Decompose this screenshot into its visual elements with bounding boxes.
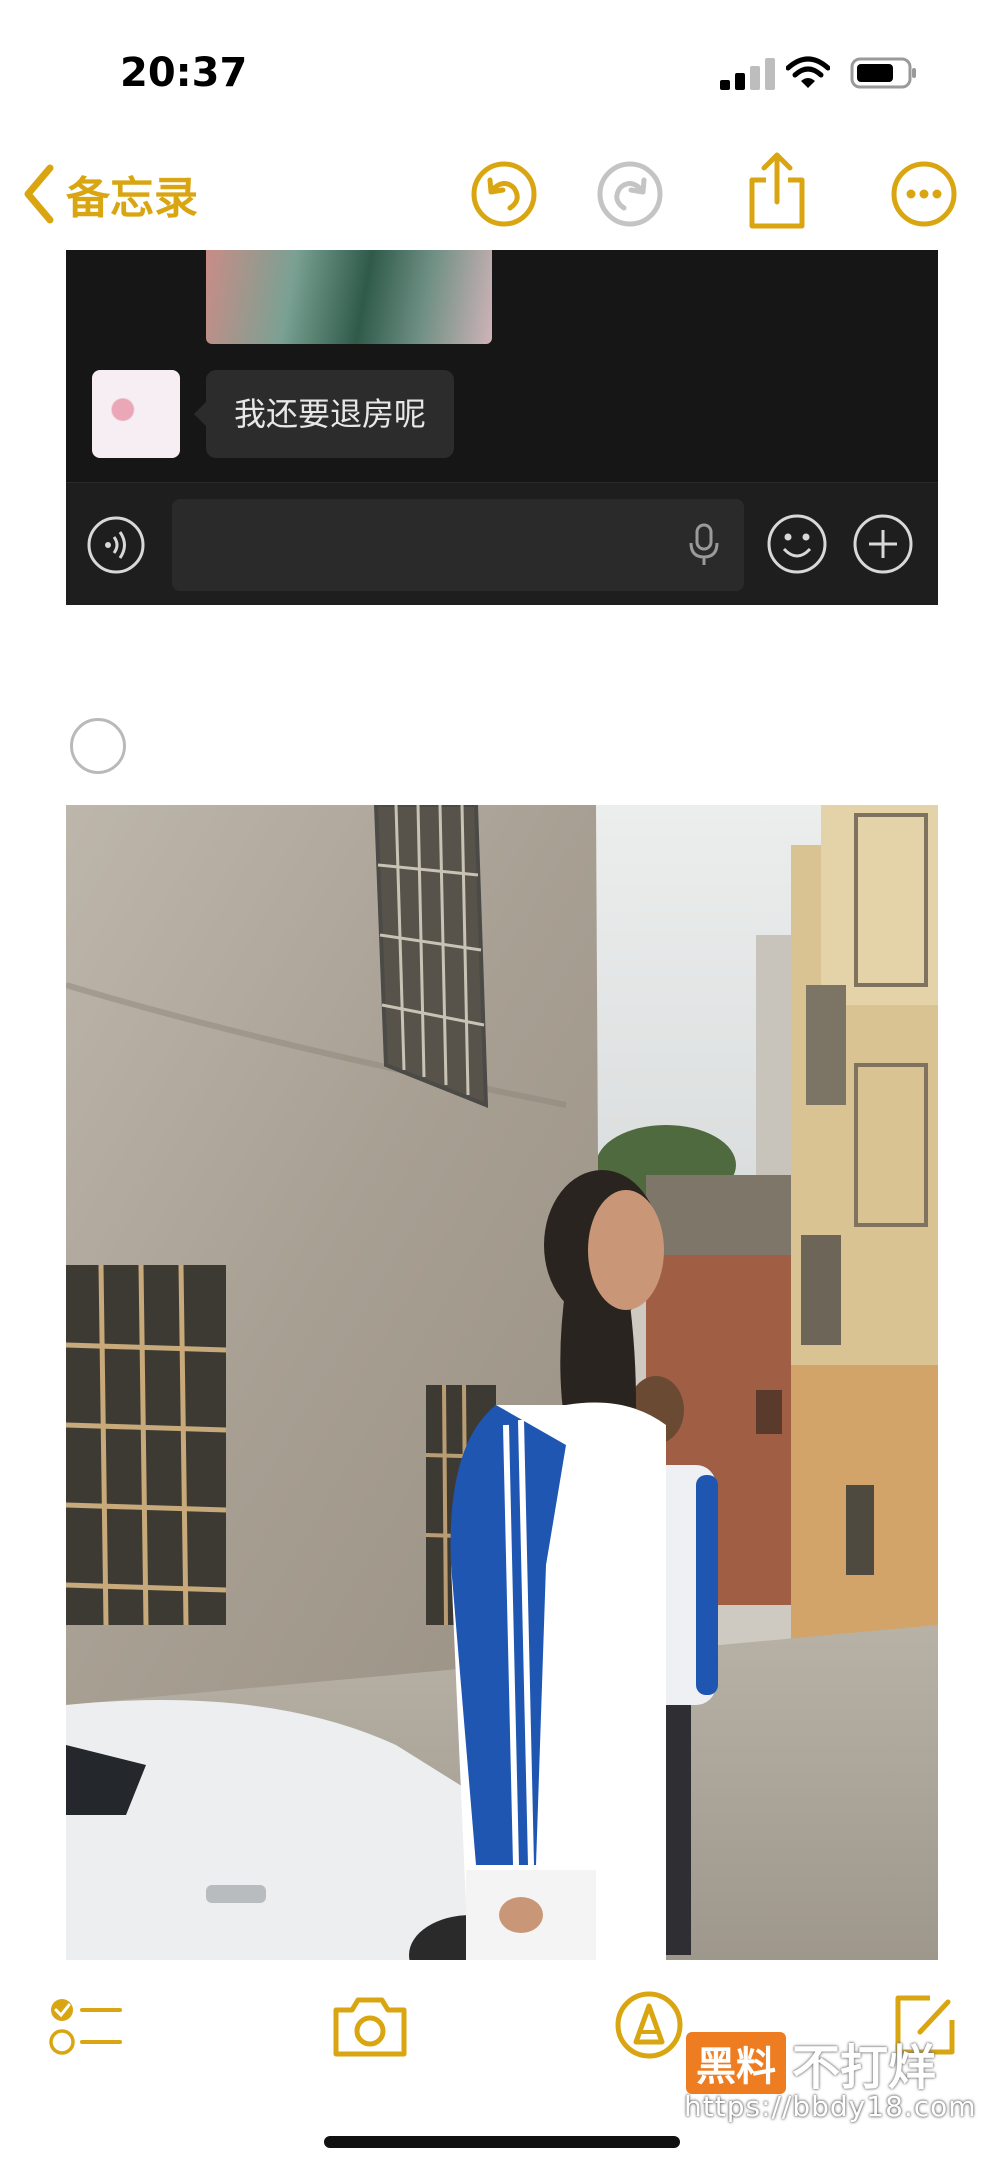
nav-bar: 备忘录 [0,140,1000,250]
back-label: 备忘录 [66,173,198,224]
avatar [92,370,180,458]
camera-icon[interactable] [330,1994,410,2060]
chat-input-bar [66,482,938,605]
back-button[interactable]: 备忘录 [20,162,198,226]
cellular-signal-icon [720,58,775,90]
watermark-text: 不打烊 [792,2040,937,2096]
emoji-icon [767,514,827,574]
chat-screenshot-image: 我还要退房呢 [66,250,938,605]
chat-message-bubble: 我还要退房呢 [193,370,455,458]
street-photo-image [66,805,938,1960]
chat-input-field [172,499,744,591]
markup-icon[interactable] [614,1990,684,2060]
checklist-checkbox[interactable] [70,718,126,774]
watermark-logo: 黑料 不打烊 [686,2028,936,2098]
redo-icon[interactable] [596,160,664,228]
status-time: 20:37 [120,50,248,96]
home-indicator[interactable] [324,2136,680,2148]
mic-icon [689,523,719,565]
watermark-url: https://bbdy18.com [684,2090,977,2123]
voice-icon [87,516,145,574]
chevron-left-icon [24,164,54,224]
plus-icon [853,514,913,574]
chat-image-thumbnail [206,250,492,344]
wifi-icon [786,56,830,88]
more-icon[interactable] [890,160,958,228]
undo-icon[interactable] [470,160,538,228]
battery-icon [850,57,916,89]
share-icon[interactable] [742,150,812,230]
checklist-icon[interactable] [48,1996,124,2060]
watermark-badge: 黑料 [686,2032,786,2094]
status-bar: 20:37 [0,0,1000,140]
